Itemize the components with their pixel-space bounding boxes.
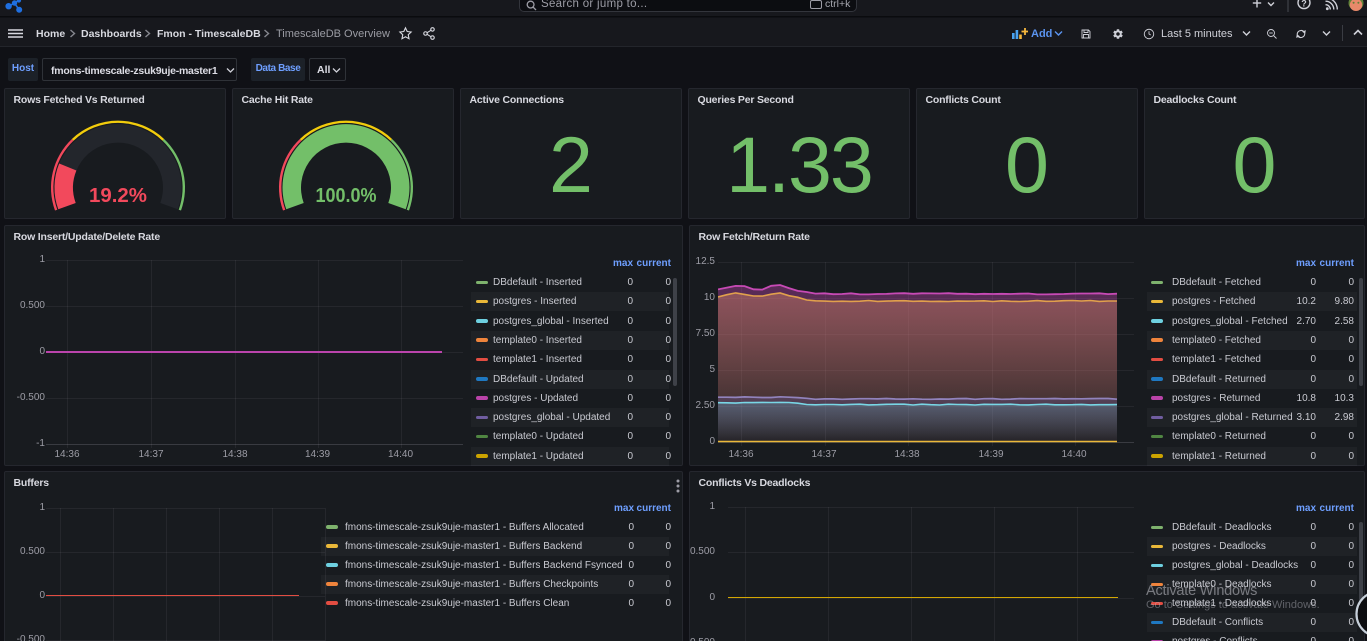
svg-text:19.2%: 19.2%: [89, 184, 147, 207]
svg-text:?: ?: [1301, 0, 1307, 8]
svg-text:100.0%: 100.0%: [316, 184, 377, 207]
